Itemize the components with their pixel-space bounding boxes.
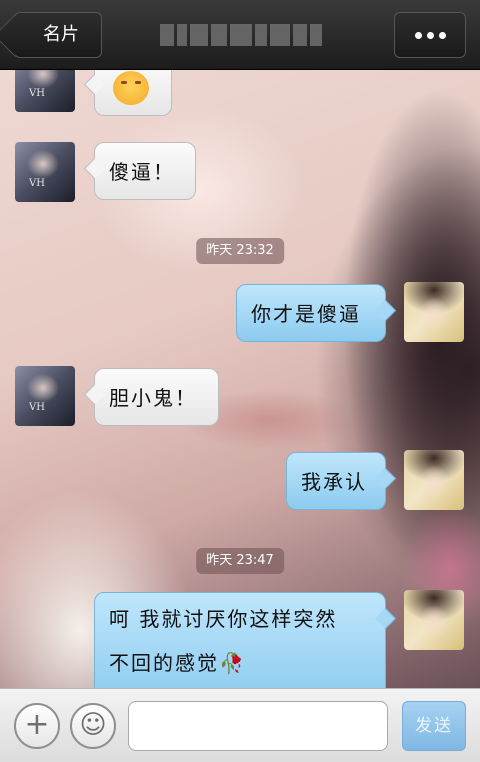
plus-icon: + [24,707,50,742]
back-button-label: 名片 [43,24,79,45]
my-avatar[interactable] [404,282,464,342]
timestamp-text: 昨天 23:32 [206,243,274,258]
my-avatar[interactable] [404,450,464,510]
send-button-label: 发送 [415,716,453,736]
send-button[interactable]: 发送 [402,701,466,751]
message-text-line-2-content: 不回的感觉 [109,651,219,675]
message-list[interactable]: 傻逼！ 昨天 23:32 你才是傻逼 胆小鬼！ 我承认 昨天 23:47 呵 我… [0,70,480,688]
message-text: 胆小鬼！ [109,386,197,410]
message-timestamp: 昨天 23:32 [196,238,284,264]
message-text: 你才是傻逼 [251,302,361,326]
message-bubble-left[interactable]: 傻逼！ [94,142,196,200]
message-text: 我承认 [301,470,367,494]
message-bubble-left[interactable]: 胆小鬼！ [94,368,219,426]
more-options-button[interactable] [394,12,466,58]
message-input-bar: + ☺ 发送 [0,688,480,762]
message-bubble-right[interactable]: 你才是傻逼 [236,284,386,342]
plus-button[interactable]: + [14,703,60,749]
wilted-rose-icon: 🥀 [219,651,246,675]
message-bubble-right[interactable]: 我承认 [286,452,386,510]
contact-avatar[interactable] [15,70,75,112]
hug-emoji-icon [113,71,149,105]
message-input[interactable] [128,701,388,751]
message-bubble-left[interactable] [94,70,172,116]
smiley-icon: ☺ [79,710,107,740]
timestamp-text: 昨天 23:47 [206,553,274,568]
emoji-button[interactable]: ☺ [70,703,116,749]
more-dots-icon [426,31,434,39]
contact-avatar[interactable] [15,142,75,202]
back-button[interactable]: 名片 [14,12,102,58]
my-avatar[interactable] [404,590,464,650]
top-navigation-bar: 名片 [0,0,480,70]
message-text: 傻逼！ [109,160,175,184]
message-text-line-1: 呵 我就讨厌你这样突然 [109,607,338,631]
message-bubble-right[interactable]: 呵 我就讨厌你这样突然 不回的感觉🥀 [94,592,386,688]
message-text-line-2: 不回的感觉🥀 [109,641,371,685]
more-dots-icon [438,31,446,39]
chat-title-obscured [160,22,322,48]
contact-avatar[interactable] [15,366,75,426]
message-timestamp: 昨天 23:47 [196,548,284,574]
more-dots-icon [414,31,422,39]
